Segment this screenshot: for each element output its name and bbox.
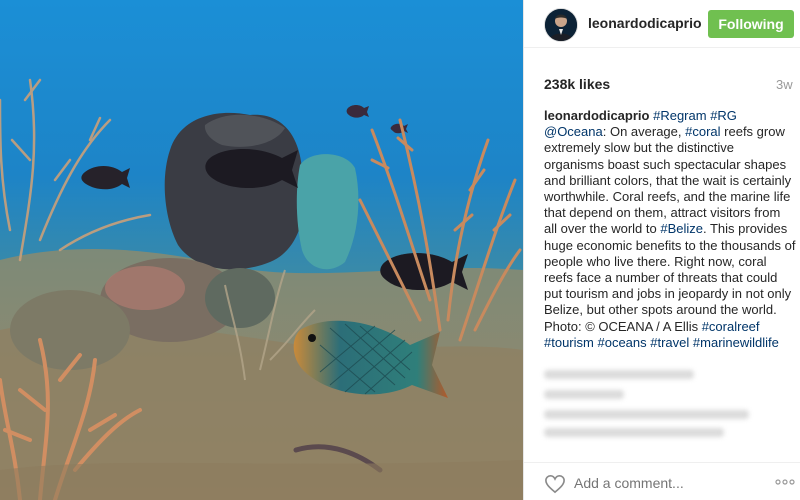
caption-text: reefs grow extremely slow but the distin… (544, 124, 792, 237)
caption-hashtag[interactable]: #coral (685, 124, 720, 139)
username-link[interactable]: leonardodicaprio (588, 15, 702, 31)
caption-mention[interactable]: @Oceana (544, 124, 603, 139)
caption-username[interactable]: leonardodicaprio (544, 108, 649, 123)
caption-hashtag[interactable]: #oceans (597, 335, 646, 350)
caption-hashtag[interactable]: #RG (710, 108, 737, 123)
post-timestamp[interactable]: 3w (776, 77, 793, 92)
caption-hashtag[interactable]: #coralreef (702, 319, 760, 334)
likes-count[interactable]: 238k likes (544, 76, 610, 92)
blurred-comments (544, 368, 784, 446)
caption-text: : On average, (602, 124, 686, 140)
caption-hashtag[interactable]: #Belize (660, 221, 703, 236)
heart-icon[interactable] (544, 474, 566, 494)
profile-avatar[interactable] (544, 8, 578, 42)
post-details-panel: leonardodicaprio Following 238k likes 3w… (523, 0, 800, 500)
caption-text: . This provides huge economic benefits t… (544, 221, 796, 334)
caption-hashtag[interactable]: #Regram (653, 108, 706, 123)
comment-bar (524, 462, 800, 500)
post-photo[interactable] (0, 0, 523, 500)
caption-hashtag[interactable]: #marinewildlife (693, 335, 779, 350)
post-header: leonardodicaprio Following (524, 0, 800, 48)
caption-hashtag[interactable]: #travel (650, 335, 689, 350)
caption-hashtag[interactable]: #tourism (544, 335, 594, 350)
following-button[interactable]: Following (708, 10, 794, 38)
more-options-icon[interactable] (774, 477, 796, 487)
post-caption: leonardodicaprio #Regram #RG @Oceana: On… (544, 108, 796, 351)
add-comment-input[interactable] (574, 474, 769, 492)
